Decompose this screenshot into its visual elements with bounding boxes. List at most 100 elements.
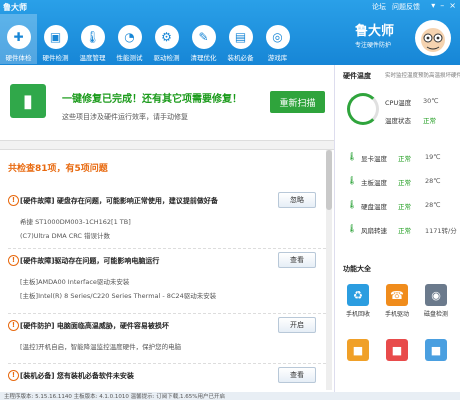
main-nav: ✚ 硬件体检 ▣ 硬件检测 🌡 温度管理 ◔ 性能测试 ⚙ 驱动检测 ✎ 清理优化 ▤ 装机必备 ◎ 游戏库	[0, 14, 296, 64]
minimize-icon[interactable]: –	[440, 1, 444, 10]
issue-detail: [温控]开机自启，智能降温监控温度硬件，保护您的电脑	[20, 343, 182, 351]
tool-item[interactable]: ■	[421, 339, 451, 364]
top-bar: 鲁大师 论坛 问题反馈 ▾ – × ✚ 硬件体检 ▣ 硬件检测 🌡 温度管理 ◔ 性能测试 ⚙ 驱…	[0, 0, 460, 65]
nav-item-5[interactable]: ✎ 清理优化	[185, 14, 222, 64]
tool-item[interactable]: ◉ 磁盘检测	[421, 284, 451, 318]
repair-card: ▮ 一键修复已完成！还有其它项需要修复！ 这些项目涉及硬件运行效率，请手动修复 …	[5, 79, 327, 134]
top-links: 论坛 问题反馈	[372, 2, 420, 12]
temp-row-status: 正常	[398, 203, 411, 211]
board-temp-icon: 🌡	[347, 176, 358, 185]
issue-detail: (C7)Ultra DMA CRC 错误计数	[20, 232, 111, 240]
nav-item-label: 游戏库	[267, 54, 288, 62]
tools-section-title: 功能大全	[343, 265, 371, 273]
temp-row: 🌡 显卡温度 正常 19℃	[343, 152, 460, 164]
tool-label: 磁盘检测	[423, 311, 448, 318]
issue-title: [装机必备] 您有装机必备软件未安装	[20, 372, 134, 380]
temp-state-label: 温度状态	[385, 117, 411, 125]
side-panel: 硬件温度 实时监控温度预防高温损坏硬件 CPU温度 30℃ 温度状态 正常 🌡 显…	[334, 65, 460, 392]
warning-icon: !	[8, 370, 19, 381]
temp-row-name: 风扇转速	[361, 227, 387, 235]
tool-label: 手机回收	[345, 311, 370, 318]
install-icon: ▤	[228, 25, 253, 49]
feedback-link[interactable]: 问题反馈	[392, 2, 420, 12]
app-title: 鲁大师	[3, 3, 27, 12]
tool-icon-1: ■	[347, 339, 369, 361]
brand-slogan: 专注硬件防护	[355, 42, 392, 49]
brand-name: 鲁大师	[355, 24, 395, 39]
issue-detail: [主板]Intel(R) 8 Series/C220 Series Therma…	[20, 292, 217, 300]
nav-item-3[interactable]: ◔ 性能测试	[111, 14, 148, 64]
main-panel: ▮ 一键修复已完成！还有其它项需要修复！ 这些项目涉及硬件运行效率，请手动修复 …	[0, 65, 334, 400]
disk-check-icon: ◉	[425, 284, 447, 306]
monitor-check-icon: ▮	[10, 84, 46, 118]
window-controls: ▾ – ×	[431, 1, 456, 10]
tool-item[interactable]: ■	[382, 339, 412, 364]
nav-item-label: 驱动检测	[153, 54, 180, 62]
issue-title: [硬件防护] 电脑面临高温威胁，硬件容易被损坏	[20, 322, 169, 330]
hardware-icon: ▣	[43, 25, 68, 49]
nav-item-label: 装机必备	[227, 54, 254, 62]
issue-action-button[interactable]: 开启	[278, 317, 316, 333]
issue-detail: [主板]AMDA00 Interface驱动未安装	[20, 278, 130, 286]
temp-state-value: 正常	[423, 117, 436, 125]
status-text: 主程序版本: 5.15.16.1140 主板版本: 4.1.0.1010 温馨提…	[4, 394, 226, 400]
nav-item-1[interactable]: ▣ 硬件检测	[37, 14, 74, 64]
forum-link[interactable]: 论坛	[372, 2, 386, 12]
nav-item-label: 硬件体检	[5, 54, 32, 62]
temp-row-value: 1171转/分	[425, 227, 457, 235]
issue-action-button[interactable]: 查看	[278, 252, 316, 268]
temp-row-value: 19℃	[425, 153, 441, 161]
driver-icon: ⚙	[154, 25, 179, 49]
rescan-button[interactable]: 重新扫描	[270, 91, 325, 113]
gpu-temp-icon: 🌡	[347, 152, 358, 161]
cpu-temp-label: CPU温度	[385, 99, 412, 107]
cpu-temp-value: 30℃	[423, 97, 439, 105]
issue-action-button[interactable]: 忽略	[278, 192, 316, 208]
tool-item[interactable]: ♻ 手机回收	[343, 284, 373, 318]
broom-icon: ✎	[191, 25, 216, 49]
temp-row-status: 正常	[398, 155, 411, 163]
performance-icon: ◔	[117, 25, 142, 49]
nav-item-4[interactable]: ⚙ 驱动检测	[148, 14, 185, 64]
temp-row-value: 28℃	[425, 201, 441, 209]
warning-icon: !	[8, 255, 19, 266]
issue-action-button[interactable]: 查看	[278, 367, 316, 383]
temp-row: 🌡 主板温度 正常 28℃	[343, 176, 460, 188]
scan-summary: 共检查81项，有5项问题	[8, 164, 108, 174]
issue-separator	[8, 248, 326, 249]
warning-icon: !	[8, 195, 19, 206]
tool-icon-2: ■	[386, 339, 408, 361]
temp-row-status: 正常	[398, 179, 411, 187]
warning-icon: !	[8, 320, 19, 331]
tool-icon-3: ■	[425, 339, 447, 361]
scrollbar[interactable]	[326, 150, 332, 390]
scrollbar-thumb[interactable]	[326, 150, 332, 210]
nav-item-label: 温度管理	[79, 54, 106, 62]
temp-row: 🌡 硬盘温度 正常 28℃	[343, 200, 460, 212]
thermometer-icon: 🌡	[80, 25, 105, 49]
temp-row-value: 28℃	[425, 177, 441, 185]
tool-item[interactable]: ☎ 手机驱动	[382, 284, 412, 318]
shirt-icon[interactable]: ▾	[431, 1, 435, 10]
nav-item-0[interactable]: ✚ 硬件体检	[0, 14, 37, 64]
issue-separator	[8, 313, 326, 314]
nav-item-6[interactable]: ▤ 装机必备	[222, 14, 259, 64]
nav-item-7[interactable]: ◎ 游戏库	[259, 14, 296, 64]
tool-label: 手机驱动	[384, 311, 409, 318]
status-bar: 主程序版本: 5.15.16.1140 主板版本: 4.1.0.1010 温馨提…	[0, 392, 460, 400]
nav-item-2[interactable]: 🌡 温度管理	[74, 14, 111, 64]
disk-temp-icon: 🌡	[347, 200, 358, 209]
health-check-icon: ✚	[6, 25, 31, 49]
mascot-icon	[415, 20, 451, 56]
gamepad-icon: ◎	[265, 25, 290, 49]
temp-gauge	[347, 93, 379, 125]
fan-icon: 🌡	[347, 224, 358, 233]
repair-title: 一键修复已完成！还有其它项需要修复！	[62, 94, 242, 105]
issue-title: [硬件故障]驱动存在问题，可能影响电脑运行	[20, 257, 160, 265]
nav-item-label: 性能测试	[116, 54, 143, 62]
issue-detail: 希捷 ST1000DM003-1CH162[1 TB]	[20, 218, 131, 226]
temp-row-name: 主板温度	[361, 179, 387, 187]
issue-title: [硬件故障] 硬盘存在问题，可能影响正常使用，建议提前做好备	[20, 197, 218, 205]
tool-item[interactable]: ■	[343, 339, 373, 364]
close-icon[interactable]: ×	[449, 1, 456, 10]
